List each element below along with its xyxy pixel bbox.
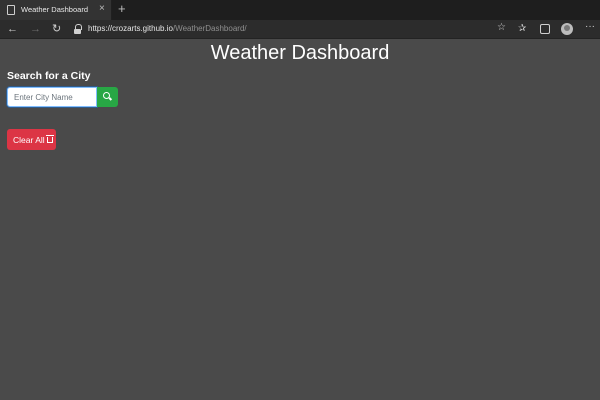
refresh-icon[interactable]: ↻ xyxy=(52,22,61,36)
browser-tab[interactable]: Weather Dashboard × xyxy=(0,0,112,20)
page-title: Weather Dashboard xyxy=(210,42,390,64)
trash-icon xyxy=(46,135,54,143)
page-icon xyxy=(7,5,15,15)
search-icon xyxy=(103,92,112,101)
favorites-icon[interactable]: ✰ xyxy=(518,23,526,35)
clear-all-label: Clear All xyxy=(13,134,45,145)
tab-title: Weather Dashboard xyxy=(21,5,88,14)
forward-arrow-icon[interactable]: → xyxy=(30,22,41,36)
search-label: Search for a City xyxy=(7,70,91,82)
new-tab-icon[interactable]: + xyxy=(118,2,126,16)
city-search-input[interactable] xyxy=(7,87,97,107)
back-arrow-icon[interactable]: ← xyxy=(7,22,18,36)
address-bar[interactable]: https://crozarts.github.io/WeatherDashbo… xyxy=(72,22,512,37)
url-path: /WeatherDashboard/ xyxy=(172,24,247,33)
search-button[interactable] xyxy=(97,87,118,107)
star-icon[interactable]: ☆ xyxy=(497,22,506,33)
url-text[interactable]: https://crozarts.github.io/WeatherDashbo… xyxy=(88,24,247,33)
browser-tab-bar: Weather Dashboard × + xyxy=(0,0,600,20)
more-icon[interactable]: ··· xyxy=(585,21,595,33)
lock-icon[interactable] xyxy=(74,24,82,34)
close-tab-icon[interactable]: × xyxy=(99,3,105,15)
page-content: Weather Dashboard Search for a City Clea… xyxy=(0,40,600,400)
collections-icon[interactable] xyxy=(540,24,550,34)
clear-all-button[interactable]: Clear All xyxy=(7,129,56,150)
browser-toolbar: ← → ↻ https://crozarts.github.io/Weather… xyxy=(0,20,600,39)
profile-avatar[interactable] xyxy=(561,23,573,35)
url-host: https://crozarts.github.io xyxy=(88,24,173,33)
